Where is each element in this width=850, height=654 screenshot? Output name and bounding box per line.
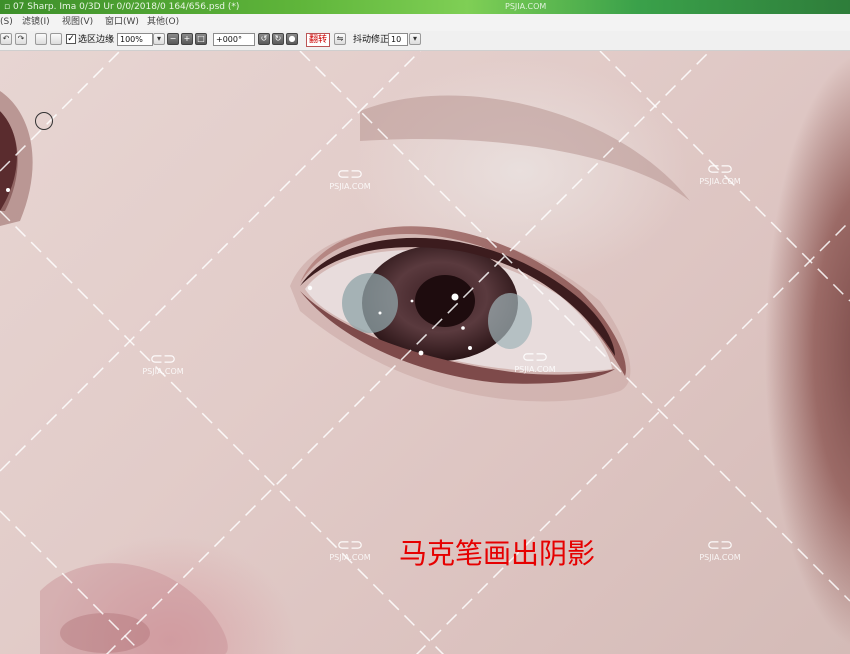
title-watermark: PSJIA.COM [505, 2, 547, 11]
watermark: ⊂⊃ PSJIA.COM [690, 159, 750, 187]
stabilizer-field[interactable]: 10 [388, 33, 408, 46]
iris-left-light [342, 273, 398, 333]
zoom-in-button[interactable]: + [181, 33, 193, 45]
eye-highlight-dot [410, 299, 414, 303]
watermark-logo-icon: ⊂⊃ [521, 347, 549, 366]
eye-highlight-inner [307, 285, 313, 291]
eye-highlight-dot [468, 346, 472, 350]
menu-window[interactable]: 窗口(W) [105, 14, 139, 31]
zoom-dropdown-button[interactable]: ▾ [153, 33, 165, 45]
window-title: ▫ 07 Sharp. Ima 0/3D Ur 0/0/2018/0 164/6… [4, 2, 240, 12]
watermark-logo-icon: ⊂⊃ [706, 535, 734, 554]
eye-highlight-dot [378, 311, 382, 315]
rotate-right-button[interactable]: ↻ [272, 33, 284, 45]
zoom-fit-button[interactable]: □ [195, 33, 207, 45]
watermark-logo-icon: ⊂⊃ [336, 164, 364, 183]
select-edge-label: 选区边缘 [78, 35, 115, 45]
plus-icon: + [183, 34, 191, 43]
watermark: ⊂⊃ PSJIA.COM [690, 535, 750, 563]
stabilizer-dropdown-button[interactable]: ▾ [409, 33, 421, 45]
menu-other[interactable]: 其他(O) [147, 14, 179, 31]
tool-options-bar: ↶ ↷ ✓ 选区边缘 100% ▾ − + □ +000° ↺ ↻ ● 翻转 ⇋… [0, 31, 850, 51]
invert-selection-button[interactable] [50, 33, 62, 45]
undo-icon: ↶ [2, 34, 10, 43]
menu-select[interactable]: 选区(S) [0, 14, 13, 31]
brush-cursor [35, 112, 53, 130]
chevron-down-icon: ▾ [156, 34, 161, 43]
zoom-field[interactable]: 100% [117, 33, 153, 46]
watermark: ⊂⊃ PSJIA.COM [320, 164, 380, 192]
rotation-field[interactable]: +000° [213, 33, 255, 46]
fit-icon: □ [197, 34, 205, 43]
watermark: ⊂⊃ PSJIA.COM [133, 349, 193, 377]
pupil [415, 275, 475, 327]
stabilizer-label: 抖动修正 [353, 35, 390, 45]
eye-highlight-main [451, 293, 459, 301]
deselect-button[interactable] [35, 33, 47, 45]
flip-options-button[interactable]: ⇋ [334, 33, 346, 45]
flip-button[interactable]: 翻转 [306, 33, 330, 47]
select-edge-checkbox[interactable]: ✓ [66, 34, 76, 44]
menu-filter[interactable]: 滤镜(I) [22, 14, 50, 31]
eyebrow-right [360, 95, 690, 201]
eye-highlight-lower [418, 350, 424, 356]
rotate-right-icon: ↻ [274, 34, 282, 43]
nostril-shadow [60, 613, 150, 653]
iris-right-light [488, 293, 532, 349]
drawing-canvas[interactable]: ⊂⊃ PSJIA.COM ⊂⊃ PSJIA.COM ⊂⊃ PSJIA.COM ⊂⊃ PS… [0, 51, 850, 654]
rotate-reset-button[interactable]: ● [286, 33, 298, 45]
eye-highlight-dot [461, 326, 465, 330]
window-title-bar: ▫ 07 Sharp. Ima 0/3D Ur 0/0/2018/0 164/6… [0, 0, 850, 14]
watermark: ⊂⊃ PSJIA.COM [505, 347, 565, 375]
watermark-logo-icon: ⊂⊃ [706, 159, 734, 178]
tutorial-caption: 马克笔画出阴影 [399, 537, 596, 570]
zoom-out-button[interactable]: − [167, 33, 179, 45]
left-eye-highlight [6, 188, 10, 192]
watermark-logo-icon: ⊂⊃ [336, 535, 364, 554]
minus-icon: − [169, 34, 177, 43]
redo-button[interactable]: ↷ [15, 33, 27, 45]
menu-bar: 选区(S) 滤镜(I) 视图(V) 窗口(W) 其他(O) [0, 14, 850, 32]
flip-icon: ⇋ [336, 34, 344, 43]
menu-view[interactable]: 视图(V) [62, 14, 93, 31]
rotate-left-icon: ↺ [260, 34, 268, 43]
chevron-down-icon: ▾ [412, 34, 417, 43]
rotate-left-button[interactable]: ↺ [258, 33, 270, 45]
undo-button[interactable]: ↶ [0, 33, 12, 45]
redo-icon: ↷ [17, 34, 25, 43]
reset-icon: ● [288, 34, 296, 43]
watermark: ⊂⊃ PSJIA.COM [320, 535, 380, 563]
watermark-logo-icon: ⊂⊃ [149, 349, 177, 368]
